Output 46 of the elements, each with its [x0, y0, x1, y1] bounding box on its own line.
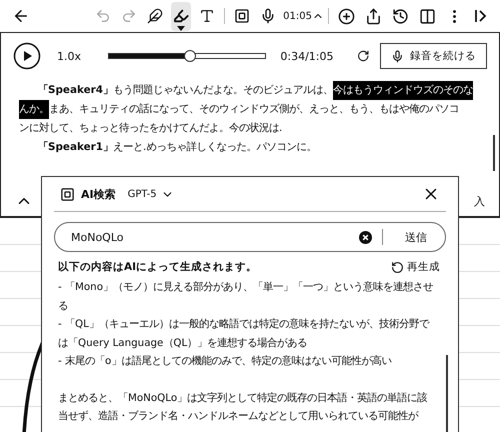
share-icon[interactable] [365, 8, 382, 24]
playback-speed[interactable]: 1.0x [51, 50, 98, 62]
ai-search-icon [60, 186, 75, 202]
recording-time: 01:05 [283, 10, 312, 22]
refresh-icon[interactable] [357, 49, 370, 63]
clear-icon[interactable] [359, 230, 372, 244]
speaker-label: 「Speaker4」 [38, 83, 114, 98]
mic-icon [391, 50, 404, 62]
lasso-icon[interactable] [234, 8, 250, 24]
add-circle-icon[interactable] [338, 8, 355, 24]
play-icon[interactable] [13, 42, 41, 70]
highlighted-text: 今はもうウィンドウズのそのな [333, 81, 474, 100]
progress-thumb[interactable] [184, 50, 196, 62]
back-icon[interactable] [12, 7, 30, 25]
highlighted-text: んか。 [19, 100, 49, 119]
scrollbar [493, 135, 495, 171]
model-dropdown[interactable]: GPT-5 [128, 188, 174, 200]
regenerate-icon [391, 260, 404, 274]
marker-tool[interactable] [171, 2, 192, 30]
transcript-text: ンに対して、ちょっと待ったをかけてんだよ。今の状況は. [19, 121, 282, 136]
send-button[interactable]: 送信 [393, 230, 439, 244]
split-view-icon[interactable] [419, 8, 436, 24]
history-icon[interactable] [392, 8, 409, 24]
mic-icon[interactable] [260, 8, 276, 24]
transcript-text: まあ、キュリティの話になって、そのウィンドウズ側が、えっと、もう、もはや俺のパソコ [49, 102, 459, 117]
transcript-text: もう問題じゃないんだよな。そのビジュアルは、 [113, 83, 334, 98]
marker-icon [173, 8, 190, 24]
answer-text: - 「QL」（キューエル）は一般的な略語では特定の意味を持たないが、技術分野では「Query Language（QL）」を連想する場合がある [58, 317, 430, 350]
speaker-label: 「Speaker1」 [38, 140, 114, 155]
continue-recording-button[interactable]: 録音を続ける [380, 43, 487, 69]
progress-track[interactable] [108, 53, 266, 59]
answer-text: - 末尾の「o」は語尾としての機能のみで、特定の意味はない可能性が高い [58, 354, 392, 369]
text-tool-icon [199, 8, 216, 24]
redo-icon [121, 8, 138, 24]
answer-text: まとめると、「MoNoQLo」は文字列として特定の既存の日本語・英語の単語に該当せず、造語・ブランド名・ハンドルネームなどとして用いられている可能性が [58, 390, 428, 424]
ai-search-title: AI検索 [81, 186, 116, 202]
answer-text: - 「Mono」（モノ）に見える部分があり、「単一」「一つ」という意味を連想させる [58, 280, 434, 314]
feather-pen-icon [147, 8, 164, 24]
playback-time: 0:34/1:05 [280, 50, 334, 62]
ai-notice: 以下の内容はAIによって生成されます。 [58, 260, 258, 274]
collapse-panel-icon[interactable] [473, 8, 489, 24]
regenerate-button[interactable]: 再生成 [391, 260, 440, 274]
insert-label[interactable]: 入 [474, 194, 485, 208]
search-field[interactable]: MoNoQLo 送信 [54, 222, 446, 252]
undo-icon [95, 8, 112, 24]
transcript-text: えーと.めっちゃ詳しくなった。パソコンに。 [113, 140, 316, 155]
